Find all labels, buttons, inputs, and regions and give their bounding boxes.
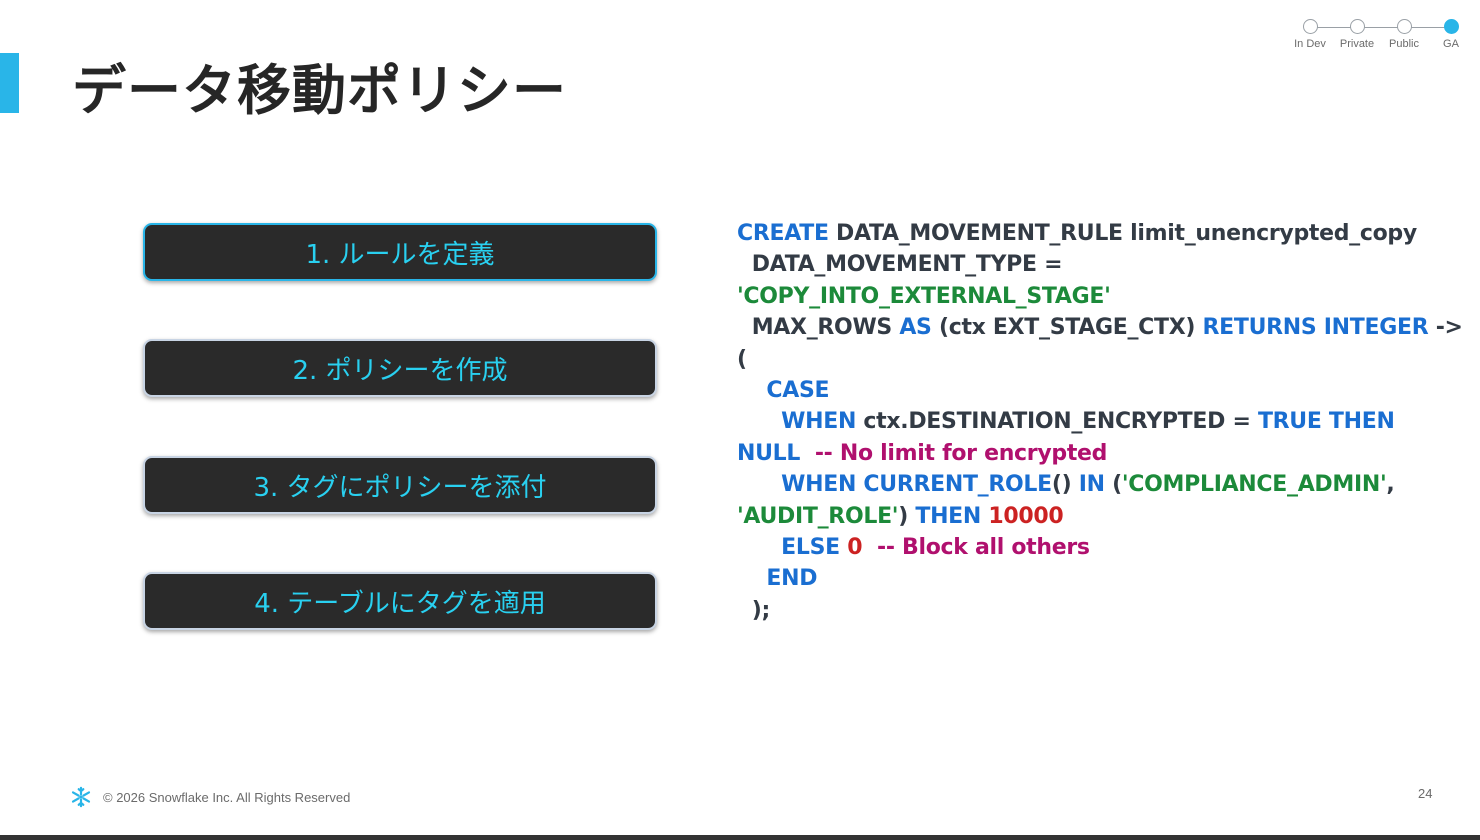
code-keyword: CREATE <box>737 221 829 246</box>
code-string: 'AUDIT_ROLE' <box>737 503 899 529</box>
code-keyword: NULL <box>737 440 801 466</box>
code-keyword: WHEN <box>737 409 857 435</box>
code-text: DATA_MOVEMENT_RULE limit_unencrypted_cop… <box>828 221 1417 246</box>
copyright-text: © 2026 Snowflake Inc. All Rights Reserve… <box>103 790 351 805</box>
code-text: MAX_ROWS <box>737 315 900 341</box>
code-text: ( <box>1104 472 1122 498</box>
bottom-edge-bar <box>0 835 1480 840</box>
code-text: ) <box>898 503 916 529</box>
step-2-create-policy[interactable]: 2. ポリシーを作成 <box>143 339 657 397</box>
stage-ga: GA <box>1429 18 1473 50</box>
code-text: , <box>1386 472 1395 498</box>
stage-public: Public <box>1382 18 1426 50</box>
code-comment: -- Block all others <box>862 535 1090 561</box>
stage-label: Private <box>1339 38 1375 50</box>
stage-label: Public <box>1389 38 1419 50</box>
code-keyword: ELSE <box>737 535 840 561</box>
stage-label: In Dev <box>1294 38 1326 50</box>
code-keyword: THEN <box>915 503 982 529</box>
release-stage-indicator: In Dev Private Public GA <box>1288 18 1468 58</box>
step-1-define-rule[interactable]: 1. ルールを定義 <box>143 223 657 281</box>
code-keyword: CASE <box>737 378 830 404</box>
code-keyword: WHEN CURRENT_ROLE <box>737 472 1052 498</box>
snowflake-icon <box>71 786 91 808</box>
stage-private: Private <box>1335 18 1379 50</box>
code-text: () <box>1051 472 1079 498</box>
code-number: 0 <box>839 535 863 561</box>
step-3-attach-policy-to-tag[interactable]: 3. タグにポリシーを添付 <box>143 456 657 514</box>
slide-title: データ移動ポリシー <box>72 59 567 122</box>
stage-label: GA <box>1443 38 1459 50</box>
code-text: ctx.DESTINATION_ENCRYPTED = <box>856 409 1258 435</box>
code-keyword: AS <box>899 315 932 341</box>
code-comment: -- No limit for encrypted <box>800 440 1108 466</box>
code-keyword: TRUE THEN <box>1257 409 1395 435</box>
code-number: 10000 <box>981 503 1064 529</box>
stage-dot-active <box>1443 19 1459 34</box>
code-text: ( <box>737 346 747 372</box>
stage-dot <box>1396 19 1412 34</box>
code-text: DATA_MOVEMENT_TYPE = <box>737 252 1063 278</box>
code-string: 'COPY_INTO_EXTERNAL_STAGE' <box>737 283 1111 309</box>
step-4-apply-tag-to-table[interactable]: 4. テーブルにタグを適用 <box>143 572 657 630</box>
sql-code-block: CREATE DATA_MOVEMENT_RULE limit_unencryp… <box>737 218 1463 626</box>
code-text: (ctx EXT_STAGE_CTX) <box>931 315 1203 341</box>
code-keyword: END <box>737 566 818 592</box>
stage-dot <box>1349 19 1365 34</box>
stage-in-dev: In Dev <box>1288 18 1332 50</box>
code-string: 'COMPLIANCE_ADMIN' <box>1121 472 1387 498</box>
code-keyword: IN <box>1078 472 1105 498</box>
title-accent-bar <box>0 53 19 113</box>
stage-dot <box>1302 19 1318 34</box>
code-text: ); <box>737 597 771 623</box>
code-text: -> <box>1428 315 1463 341</box>
code-keyword: RETURNS INTEGER <box>1202 315 1429 341</box>
page-number: 24 <box>1418 786 1433 801</box>
